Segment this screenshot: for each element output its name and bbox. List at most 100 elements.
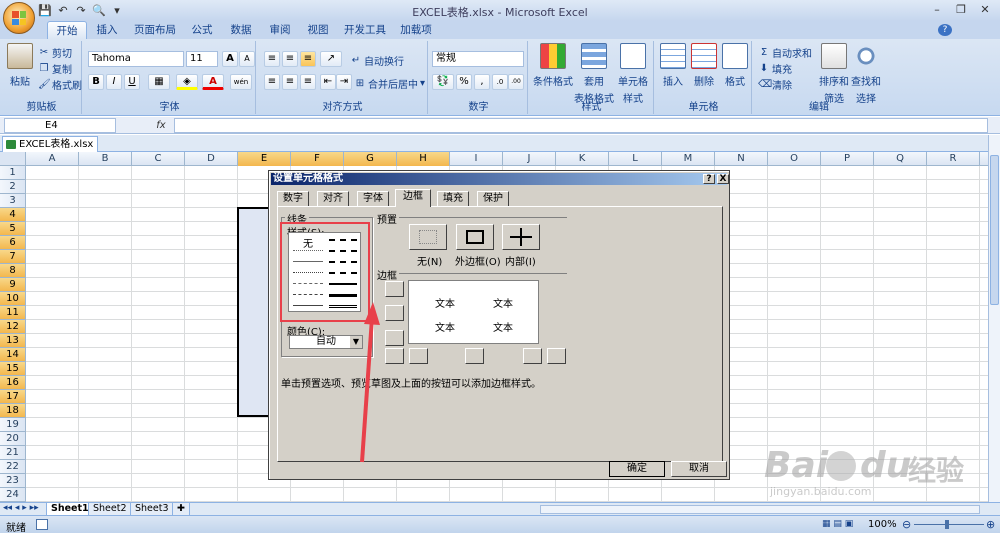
zoom-in-icon[interactable]: ⊕ [986, 518, 995, 531]
currency-button[interactable]: 💱 [432, 74, 454, 90]
row-header-6[interactable]: 6 [0, 236, 26, 250]
align-left-button[interactable]: ≡ [264, 74, 280, 90]
tab-home[interactable]: 开始 [47, 21, 87, 39]
decrease-indent-button[interactable]: ⇤ [320, 74, 336, 90]
row-header-5[interactable]: 5 [0, 222, 26, 236]
zoom-out-icon[interactable]: ⊖ [902, 518, 911, 531]
column-header-e[interactable]: E [238, 152, 291, 166]
dialog-tab-fill[interactable]: 填充 [437, 191, 469, 206]
font-name-combo[interactable]: Tahoma [88, 51, 184, 67]
italic-button[interactable]: I [106, 74, 122, 90]
delete-cells-button[interactable]: 删除 [689, 43, 719, 88]
horizontal-scrollbar[interactable] [540, 505, 980, 514]
number-format-combo[interactable]: 常规 [432, 51, 524, 67]
column-header-i[interactable]: I [450, 152, 503, 166]
row-header-11[interactable]: 11 [0, 306, 26, 320]
column-header-h[interactable]: H [397, 152, 450, 166]
comma-button[interactable]: , [474, 74, 490, 90]
save-icon[interactable]: 💾 [38, 4, 52, 18]
row-header-12[interactable]: 12 [0, 320, 26, 334]
orientation-button[interactable]: ↗ [320, 51, 342, 67]
close-button[interactable]: ✕ [974, 2, 996, 17]
copy-button[interactable]: ❐ 复制 [38, 61, 72, 77]
dialog-tab-font[interactable]: 字体 [357, 191, 389, 206]
cell-styles-button[interactable]: 单元格 样式 [616, 43, 650, 105]
row-header-18[interactable]: 18 [0, 404, 26, 418]
row-header-20[interactable]: 20 [0, 432, 26, 446]
row-header-8[interactable]: 8 [0, 264, 26, 278]
row-header-1[interactable]: 1 [0, 166, 26, 180]
find-select-button[interactable]: 查找和 选择 [850, 43, 882, 105]
format-as-table-button[interactable]: 套用 表格格式 [574, 43, 614, 105]
decrease-decimal-button[interactable]: .00 [508, 74, 524, 90]
border-middle-h-button[interactable] [385, 305, 404, 321]
bold-button[interactable]: B [88, 74, 104, 90]
macro-record-icon[interactable] [36, 519, 48, 530]
tab-page-layout[interactable]: 页面布局 [130, 21, 180, 39]
document-tab[interactable]: EXCEL表格.xlsx [2, 136, 99, 152]
row-header-15[interactable]: 15 [0, 362, 26, 376]
tab-data[interactable]: 数据 [224, 21, 258, 39]
row-header-24[interactable]: 24 [0, 488, 26, 502]
row-header-3[interactable]: 3 [0, 194, 26, 208]
column-header-p[interactable]: P [821, 152, 874, 166]
border-middle-v-button[interactable] [465, 348, 484, 364]
zoom-slider-thumb[interactable] [945, 520, 949, 529]
scroll-thumb[interactable] [990, 155, 999, 305]
tab-review[interactable]: 审阅 [263, 21, 297, 39]
sheet-nav-arrows[interactable]: ◂◂ ◂ ▸ ▸▸ [3, 503, 39, 513]
align-center-button[interactable]: ≡ [282, 74, 298, 90]
preset-none-button[interactable] [409, 224, 447, 250]
border-diag-down-button[interactable] [547, 348, 566, 364]
dialog-tab-alignment[interactable]: 对齐 [317, 191, 349, 206]
align-bottom-button[interactable]: ≡ [300, 51, 316, 67]
column-header-b[interactable]: B [79, 152, 132, 166]
increase-indent-button[interactable]: ⇥ [336, 74, 352, 90]
help-icon[interactable]: ? [938, 24, 952, 36]
row-header-9[interactable]: 9 [0, 278, 26, 292]
row-header-22[interactable]: 22 [0, 460, 26, 474]
sort-filter-button[interactable]: 排序和 筛选 [818, 43, 850, 105]
tab-addins[interactable]: 加载项 [396, 21, 436, 39]
tab-view[interactable]: 视图 [301, 21, 335, 39]
phonetic-button[interactable]: wén [230, 74, 252, 90]
dialog-help-button[interactable]: ? [703, 174, 715, 184]
dialog-tab-border[interactable]: 边框 [395, 189, 431, 207]
select-all-corner[interactable] [0, 152, 26, 166]
border-left-button[interactable] [409, 348, 428, 364]
insert-cells-button[interactable]: 插入 [658, 43, 688, 88]
column-header-a[interactable]: A [26, 152, 79, 166]
column-header-l[interactable]: L [609, 152, 662, 166]
row-header-21[interactable]: 21 [0, 446, 26, 460]
customize-qat-icon[interactable]: ▾ [110, 4, 124, 18]
percent-button[interactable]: % [456, 74, 472, 90]
tab-insert[interactable]: 插入 [90, 21, 124, 39]
zoom-level[interactable]: 100% [868, 519, 897, 530]
row-header-2[interactable]: 2 [0, 180, 26, 194]
tab-developer[interactable]: 开发工具 [340, 21, 390, 39]
row-header-10[interactable]: 10 [0, 292, 26, 306]
align-top-button[interactable]: ≡ [264, 51, 280, 67]
conditional-format-button[interactable]: 条件格式 [533, 43, 573, 88]
wrap-text-button[interactable]: ↵ 自动换行 [350, 53, 404, 69]
fill-color-button[interactable]: ◈ [176, 74, 198, 90]
row-header-23[interactable]: 23 [0, 474, 26, 488]
row-header-19[interactable]: 19 [0, 418, 26, 432]
column-header-m[interactable]: M [662, 152, 715, 166]
border-top-button[interactable] [385, 281, 404, 297]
column-header-g[interactable]: G [344, 152, 397, 166]
column-header-c[interactable]: C [132, 152, 185, 166]
column-header-q[interactable]: Q [874, 152, 927, 166]
name-box[interactable]: E4 [4, 118, 116, 133]
font-color-button[interactable]: A [202, 74, 224, 90]
column-header-j[interactable]: J [503, 152, 556, 166]
shrink-font-button[interactable]: A [239, 51, 255, 67]
cut-button[interactable]: ✂ 剪切 [38, 45, 72, 61]
column-header-n[interactable]: N [715, 152, 768, 166]
formula-input[interactable] [174, 118, 988, 133]
merge-center-button[interactable]: ⊞ 合并后居中 ▾ [354, 76, 425, 92]
align-right-button[interactable]: ≡ [300, 74, 316, 90]
view-buttons[interactable]: ▦ ▤ ▣ [822, 519, 866, 531]
border-preview[interactable]: 文本 文本 文本 文本 [408, 280, 539, 344]
tab-formulas[interactable]: 公式 [185, 21, 219, 39]
